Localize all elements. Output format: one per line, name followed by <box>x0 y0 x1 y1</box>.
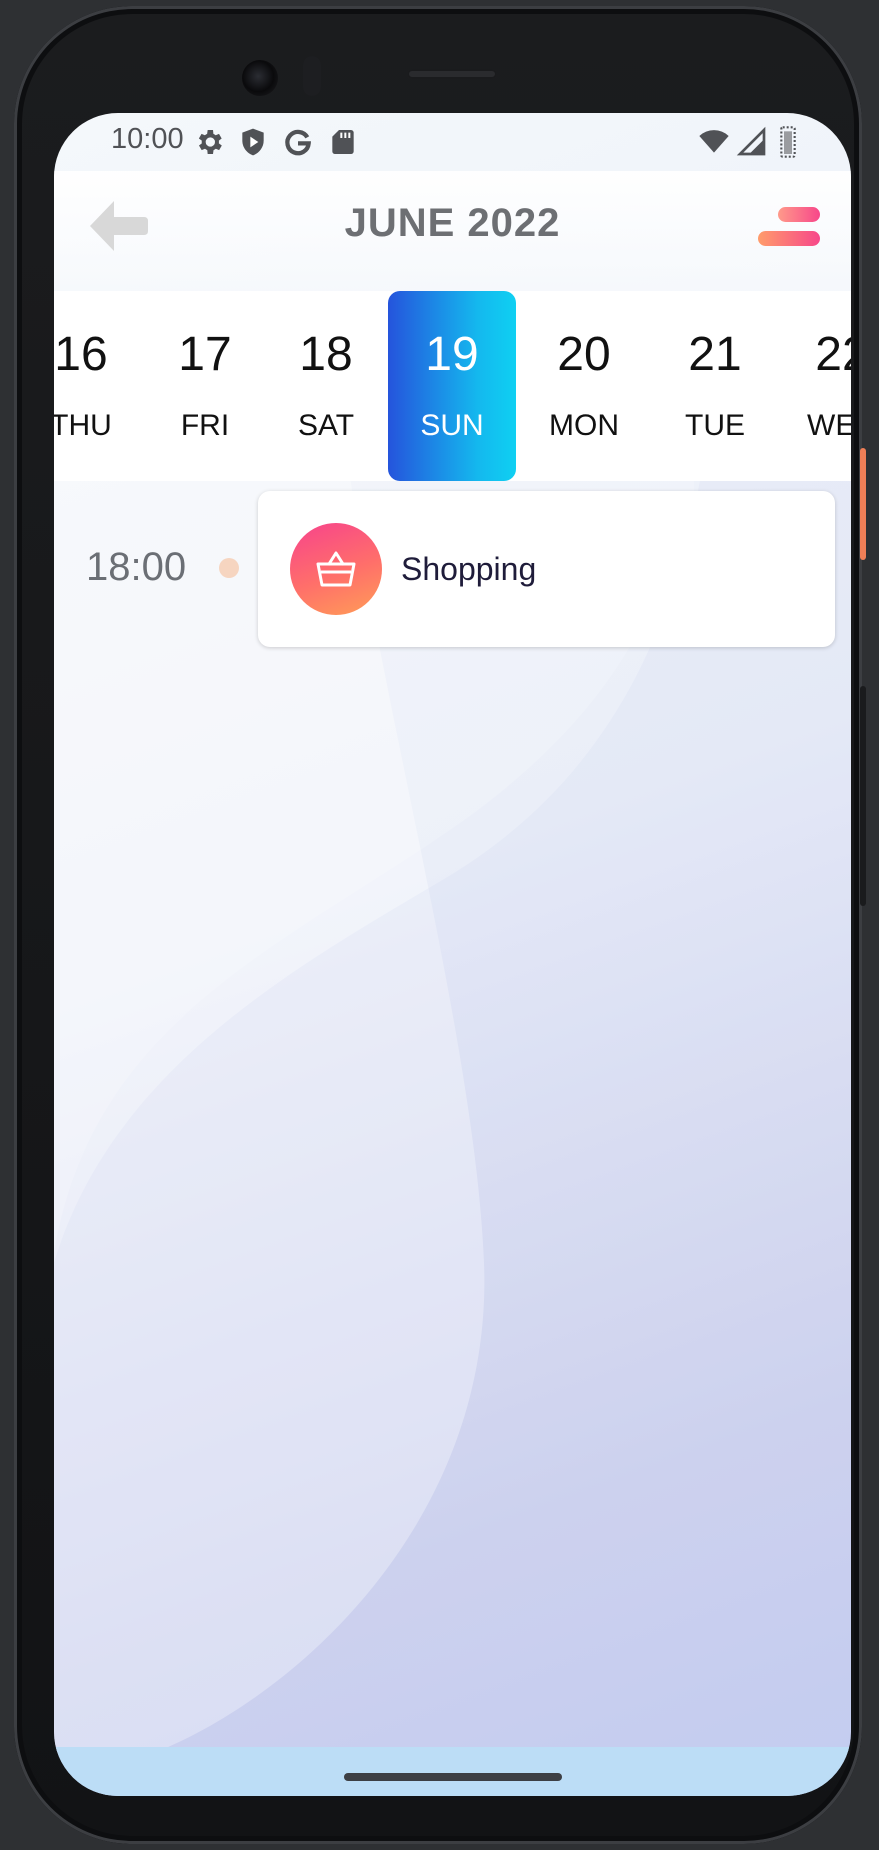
timeline-dot <box>219 558 239 578</box>
day-weekday: THU <box>54 409 112 442</box>
status-bar: 10:00 <box>54 113 851 171</box>
app-screen: 10:00 JUNE 2022 16 THU 17 FRI 18 SAT 19 … <box>54 113 851 1796</box>
event-card-shopping[interactable]: Shopping <box>258 491 835 647</box>
day-weekday: SUN <box>420 409 484 442</box>
home-indicator[interactable] <box>344 1773 562 1781</box>
shopping-basket-icon <box>290 523 382 615</box>
day-item-22[interactable]: 22 WED <box>778 291 851 481</box>
day-number: 18 <box>299 328 353 381</box>
page-title: JUNE 2022 <box>344 201 561 245</box>
menu-bar-bottom <box>758 231 820 246</box>
menu-icon[interactable] <box>754 207 820 253</box>
shield-icon <box>242 128 264 156</box>
day-selector[interactable]: 16 THU 17 FRI 18 SAT 19 SUN 20 MON 21 TU… <box>54 291 851 481</box>
battery-icon <box>780 126 796 158</box>
day-number: 20 <box>557 328 611 381</box>
status-time: 10:00 <box>111 123 184 155</box>
day-number: 19 <box>425 328 479 381</box>
day-weekday: FRI <box>180 409 230 442</box>
front-camera <box>242 60 278 96</box>
day-weekday: SAT <box>297 409 355 442</box>
day-weekday: TUE <box>685 409 745 442</box>
day-number: 17 <box>178 328 232 381</box>
sd-card-icon <box>332 130 354 154</box>
day-number: 22 <box>815 328 851 381</box>
day-item-18[interactable]: 18 SAT <box>262 291 390 481</box>
day-item-19-selected[interactable]: 19 SUN <box>388 291 516 481</box>
event-time: 18:00 <box>86 545 187 589</box>
day-number: 21 <box>688 328 742 381</box>
gear-icon <box>198 130 222 154</box>
phone-frame: 10:00 JUNE 2022 16 THU 17 FRI 18 SAT 19 … <box>14 6 866 1844</box>
day-item-21[interactable]: 21 TUE <box>651 291 779 481</box>
day-item-17[interactable]: 17 FRI <box>141 291 269 481</box>
day-weekday: MON <box>549 409 619 442</box>
day-number: 16 <box>54 328 108 381</box>
signal-icon <box>736 126 766 156</box>
power-button[interactable] <box>860 448 866 560</box>
day-item-20[interactable]: 20 MON <box>520 291 648 481</box>
navigation-bar <box>54 1747 851 1796</box>
volume-button[interactable] <box>860 686 866 906</box>
earpiece-speaker <box>407 69 497 79</box>
day-weekday: WED <box>807 409 851 442</box>
google-icon <box>285 129 311 156</box>
proximity-sensor <box>303 56 321 96</box>
app-header: JUNE 2022 <box>54 171 851 291</box>
menu-bar-top <box>778 207 820 222</box>
day-item-16[interactable]: 16 THU <box>54 291 145 481</box>
wifi-icon <box>699 130 729 153</box>
event-label: Shopping <box>401 551 537 587</box>
